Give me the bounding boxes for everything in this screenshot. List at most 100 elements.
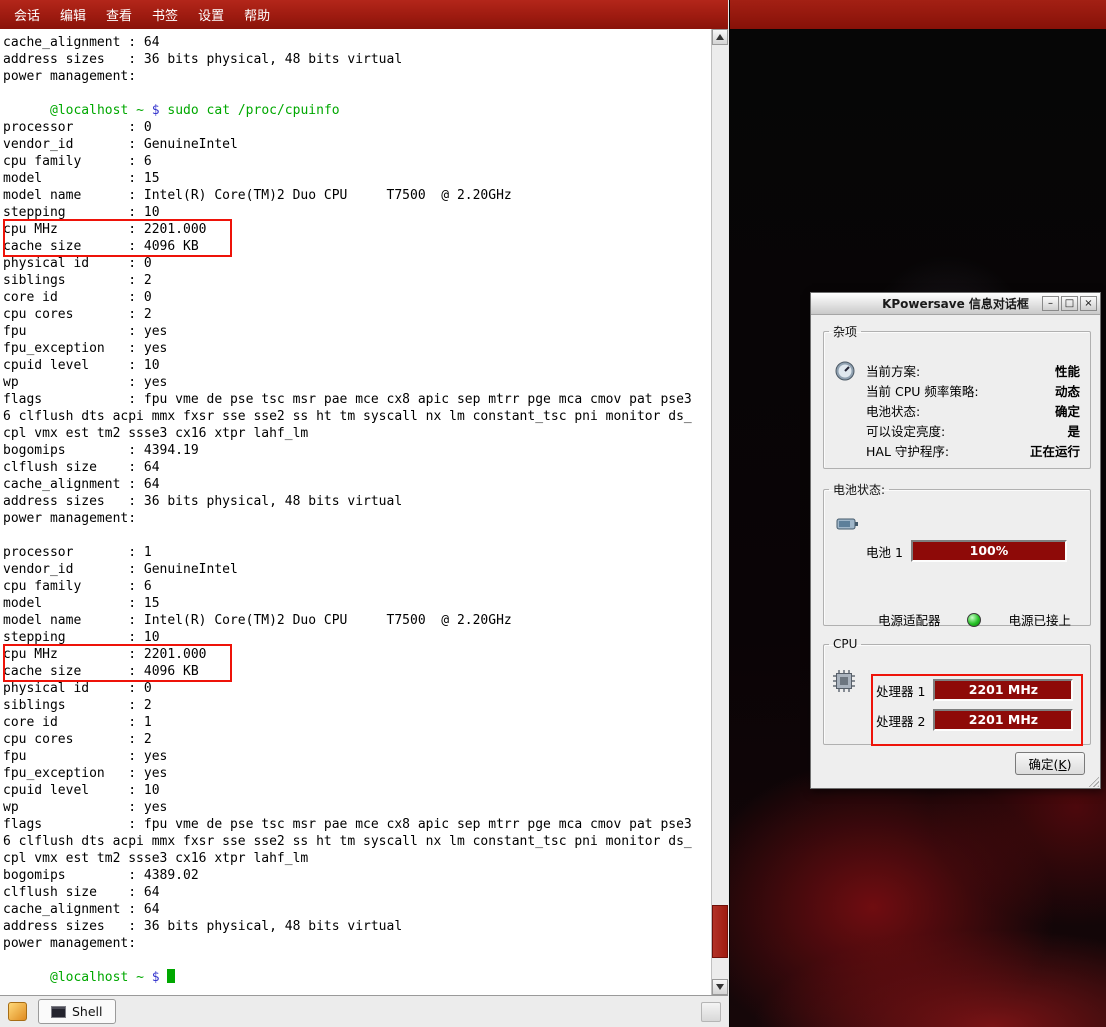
terminal-line: cpu family : 6: [3, 153, 711, 170]
menu-item-5[interactable]: 设置: [188, 1, 234, 28]
scroll-up-button[interactable]: [712, 29, 728, 45]
terminal-line: wp : yes: [3, 799, 711, 816]
maximize-button[interactable]: □: [1061, 296, 1078, 311]
tab-shell[interactable]: Shell: [38, 999, 116, 1024]
terminal-line: fpu_exception : yes: [3, 340, 711, 357]
adapter-status: 电源已接上: [1009, 610, 1072, 629]
konsole-window: 会话编辑查看书签设置帮助 cache_alignment : 64address…: [0, 0, 729, 1027]
powersave-icon: [834, 360, 856, 382]
scrollbar-track[interactable]: [712, 45, 728, 979]
adapter-row: 电源适配器 电源已接上: [878, 610, 1071, 629]
terminal-line: address sizes : 36 bits physical, 48 bit…: [3, 51, 711, 68]
terminal-line: core id : 0: [3, 289, 711, 306]
terminal-line: cpu cores : 2: [3, 731, 711, 748]
battery-level-bar: 100%: [911, 540, 1067, 562]
cpu-group-title: CPU: [829, 637, 861, 651]
terminal-line: address sizes : 36 bits physical, 48 bit…: [3, 493, 711, 510]
background-window-titlebar: [730, 0, 1106, 29]
terminal-line: physical id : 0: [3, 680, 711, 697]
dialog-titlebar[interactable]: KPowersave 信息对话框 – □ ×: [811, 293, 1100, 315]
terminal-line: cache size : 4096 KB: [3, 663, 711, 680]
minimize-button[interactable]: –: [1042, 296, 1059, 311]
terminal-line: power management:: [3, 935, 711, 952]
command-text: sudo cat /proc/cpuinfo: [167, 103, 339, 118]
ok-button[interactable]: 确定(K): [1015, 752, 1085, 775]
misc-row: 当前方案: 性能: [866, 362, 1080, 382]
session-list-button[interactable]: [701, 1002, 721, 1022]
terminal-line: vendor_id : GenuineIntel: [3, 136, 711, 153]
terminal-line: stepping : 10: [3, 204, 711, 221]
terminal-line: model : 15: [3, 170, 711, 187]
menu-item-2[interactable]: 编辑: [50, 1, 96, 28]
terminal-line: power management:: [3, 68, 711, 85]
prompt-host: @localhost ~: [50, 970, 144, 985]
misc-label: 电池状态:: [866, 402, 920, 422]
terminal-line: 6 clflush dts acpi mmx fxsr sse sse2 ss …: [3, 408, 711, 425]
cpu-icon: [832, 669, 856, 693]
misc-row: HAL 守护程序: 正在运行: [866, 442, 1080, 462]
resize-grip[interactable]: [1086, 774, 1099, 787]
terminal-line: cpu MHz : 2201.000: [3, 646, 711, 663]
terminal-line: bogomips : 4394.19: [3, 442, 711, 459]
menu-item-1[interactable]: 会话: [4, 1, 50, 28]
misc-row: 电池状态: 确定: [866, 402, 1080, 422]
terminal-line: clflush size : 64: [3, 884, 711, 901]
misc-label: 当前 CPU 频率策略:: [866, 382, 979, 402]
adapter-label: 电源适配器: [878, 610, 941, 629]
misc-value: 确定: [1055, 402, 1080, 422]
battery-icon: [836, 514, 860, 534]
terminal-line: cache_alignment : 64: [3, 901, 711, 918]
cpu-frequency-bar: 2201 MHz: [933, 679, 1073, 701]
misc-label: HAL 守护程序:: [866, 442, 949, 462]
terminal-output[interactable]: cache_alignment : 64address sizes : 36 b…: [0, 29, 711, 995]
terminal-line: cache_alignment : 64: [3, 476, 711, 493]
cpu-row-2: 处理器 22201 MHz: [876, 709, 1082, 731]
misc-value: 性能: [1055, 362, 1080, 382]
battery-percent: 100%: [970, 543, 1009, 558]
terminal-line: siblings : 2: [3, 272, 711, 289]
new-session-icon: [8, 1002, 27, 1021]
terminal-line: processor : 0: [3, 119, 711, 136]
battery-group: 电池状态: 电池 1 100% 电源适配器 电源已接上: [823, 481, 1091, 626]
terminal-line: stepping : 10: [3, 629, 711, 646]
terminal-line: cpuid level : 10: [3, 357, 711, 374]
misc-label: 可以设定亮度:: [866, 422, 945, 442]
terminal-cursor: [167, 969, 175, 983]
prompt-line: @localhost ~ $ sudo cat /proc/cpuinfo: [3, 102, 711, 119]
menu-item-3[interactable]: 查看: [96, 1, 142, 28]
new-session-button[interactable]: [5, 1000, 29, 1024]
menu-item-4[interactable]: 书签: [142, 1, 188, 28]
prompt-sign: $: [152, 103, 160, 118]
misc-value: 正在运行: [1030, 442, 1080, 462]
shell-icon: [51, 1006, 66, 1018]
highlighted-lines: cpu MHz : 2201.000cache size : 4096 KB: [3, 646, 711, 680]
misc-label: 当前方案:: [866, 362, 920, 382]
terminal-line: model : 15: [3, 595, 711, 612]
scroll-down-button[interactable]: [712, 979, 728, 995]
terminal-line: bogomips : 4389.02: [3, 867, 711, 884]
terminal-scrollbar[interactable]: [711, 29, 728, 995]
terminal-line: vendor_id : GenuineIntel: [3, 561, 711, 578]
terminal-line: core id : 1: [3, 714, 711, 731]
terminal-line: power management:: [3, 510, 711, 527]
desktop: 会话编辑查看书签设置帮助 cache_alignment : 64address…: [0, 0, 1106, 1027]
cpu-label: 处理器 1: [876, 681, 925, 700]
terminal-line: clflush size : 64: [3, 459, 711, 476]
terminal-line: fpu_exception : yes: [3, 765, 711, 782]
tab-label: Shell: [72, 1004, 103, 1019]
close-button[interactable]: ×: [1080, 296, 1097, 311]
arrow-up-icon: [716, 34, 724, 40]
cpu-frequency-bar: 2201 MHz: [933, 709, 1073, 731]
battery-row: 电池 1 100%: [866, 540, 1067, 562]
terminal-viewport: cache_alignment : 64address sizes : 36 b…: [0, 29, 728, 995]
menu-item-6[interactable]: 帮助: [234, 1, 280, 28]
prompt-sign: $: [152, 970, 160, 985]
terminal-line: processor : 1: [3, 544, 711, 561]
terminal-line: flags : fpu vme de pse tsc msr pae mce c…: [3, 391, 711, 408]
arrow-down-icon: [716, 984, 724, 990]
terminal-tabbar: Shell: [0, 995, 728, 1027]
terminal-line: address sizes : 36 bits physical, 48 bit…: [3, 918, 711, 935]
prompt-host: @localhost ~: [50, 103, 144, 118]
terminal-line: [3, 85, 711, 102]
scrollbar-thumb[interactable]: [712, 905, 728, 958]
